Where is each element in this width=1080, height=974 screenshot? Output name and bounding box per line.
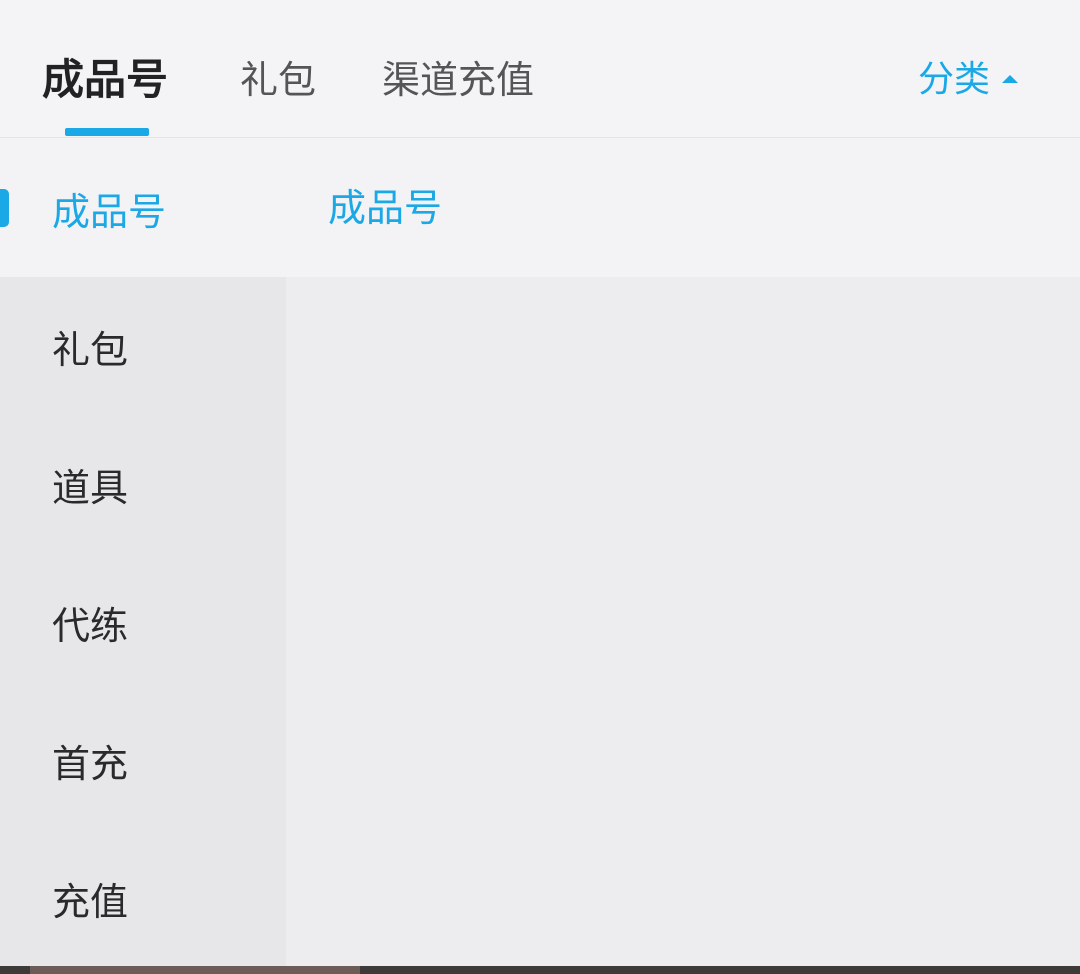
- sidebar-item-label: 代练: [52, 603, 129, 648]
- subcategory-content: 成品号: [286, 139, 1080, 966]
- subcategory-row: 成品号: [286, 139, 1080, 277]
- caret-up-icon: [1002, 75, 1018, 83]
- active-tab-indicator: [65, 128, 149, 136]
- sidebar-item-label: 成品号: [52, 189, 167, 234]
- background-behind-panel: [0, 966, 1080, 974]
- tab-bar: 成品号 礼包 渠道充值 分类: [0, 0, 1080, 138]
- category-toggle-label: 分类: [917, 59, 990, 100]
- screen: 成品号 礼包 渠道充值 分类 成品号 礼包 道具 代练 首充 充值 成品号: [0, 0, 1080, 974]
- sidebar-item-finished-accounts[interactable]: 成品号: [0, 139, 286, 277]
- sidebar-item-label: 充值: [52, 879, 129, 924]
- sidebar-item-label: 道具: [52, 465, 129, 510]
- tab-finished-accounts[interactable]: 成品号: [42, 52, 168, 108]
- tab-channel-recharge[interactable]: 渠道充值: [382, 52, 534, 108]
- background-image-fragment: [30, 966, 360, 974]
- category-sidebar: 成品号 礼包 道具 代练 首充 充值: [0, 139, 286, 966]
- subcategory-option-finished-accounts[interactable]: 成品号: [328, 182, 442, 234]
- sidebar-item-items[interactable]: 道具: [0, 415, 286, 553]
- sidebar-item-first-recharge[interactable]: 首充: [0, 691, 286, 829]
- sidebar-item-label: 首充: [52, 741, 129, 786]
- active-sidebar-indicator: [0, 189, 9, 227]
- sidebar-item-gift-packs[interactable]: 礼包: [0, 277, 286, 415]
- sidebar-item-label: 礼包: [52, 327, 129, 372]
- sidebar-item-recharge[interactable]: 充值: [0, 829, 286, 966]
- sidebar-item-boosting[interactable]: 代练: [0, 553, 286, 691]
- category-toggle-button[interactable]: 分类: [918, 54, 1018, 106]
- category-panel: 成品号 礼包 渠道充值 分类 成品号 礼包 道具 代练 首充 充值 成品号: [0, 0, 1080, 966]
- tab-gift-packs[interactable]: 礼包: [240, 52, 316, 108]
